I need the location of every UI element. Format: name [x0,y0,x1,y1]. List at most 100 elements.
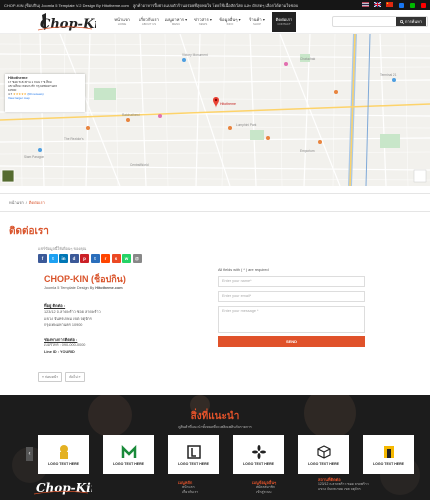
breadcrumb-home[interactable]: หน้าแรก [9,199,24,206]
recommended-carousel: LOGO TEXT HERE LOGO TEXT HERE LOGO TEXT … [38,435,414,474]
line-icon[interactable] [410,2,415,8]
address-block: 123/12 ถ.ลาดพร้าว ซอย ลาดพร้าว แขวง จันท… [44,309,101,329]
form-required-label: All fields with ( * ) are required [218,268,269,272]
recommended-title: สิ่งที่แนะนำ [190,411,240,422]
logo-card-text: LOGO TEXT HERE [373,461,404,466]
nav-news[interactable]: ข่าวสาร ▾ NEWS [191,12,215,32]
phone-block: เบอร์โทร : 090-000-0000 Line ID : YOURID [44,342,85,355]
logo-cube-icon [316,444,331,459]
company-sub-link[interactable]: Hitotheme.com [95,286,122,290]
line-id-text: Line ID : YOURID [44,349,75,354]
nav-home[interactable]: หน้าแรก HOME [110,12,134,32]
share-pinterest-icon[interactable]: p [80,254,89,263]
pagination: « ก่อนหน้า ถัดไป » [38,372,85,382]
breadcrumb-current: ติดต่อเรา [28,199,45,205]
svg-text:Lumphini Park: Lumphini Park [236,123,257,127]
nav-about-sub: ABOUT US [141,22,157,26]
nav-about[interactable]: เกี่ยวกับเรา ABOUT US [137,12,161,32]
footer-link[interactable]: เกี่ยวกับเรา [182,490,198,495]
footer-text: แขวง จันทรเกษม เขต จตุจักร [318,487,361,491]
map-card-larger-link[interactable]: View larger map [8,96,82,100]
search-input[interactable] [333,19,396,24]
address-line: 123/12 ถ.ลาดพร้าว ซอย ลาดพร้าว [44,310,101,314]
logo-card[interactable]: LOGO TEXT HERE [298,435,349,474]
logo-card-text: LOGO TEXT HERE [243,461,274,466]
google-map[interactable]: The Rezidor's Ratchathewi Lumphini Park Em… [0,34,430,186]
svg-text:Ratchathewi: Ratchathewi [122,113,140,117]
share-twitter-icon[interactable]: t [48,254,58,263]
share-stumble-icon[interactable]: s [111,254,121,263]
top-bar: CHOP-KIN (ช็อปกิน) Joomla 5 Template V.2… [0,0,430,10]
logo-card-text: LOGO TEXT HERE [48,461,79,466]
logo-flower-icon [251,444,266,459]
search-button[interactable]: การค้นหา [396,17,426,26]
map-pin-label: Hitotheme [220,102,236,106]
nav-info-sub: INFO [226,22,234,26]
share-tumblr-icon[interactable]: t [90,254,100,263]
map-zoom-control[interactable] [413,169,427,183]
address-line: กรุงเทพมหานคร 10900 [44,323,83,327]
prev-button[interactable]: « ก่อนหน้า [38,372,63,382]
send-button[interactable]: SEND [218,336,365,347]
company-subtitle: Joomla 5 Template Design By Hitotheme.co… [44,286,123,290]
share-email-icon[interactable]: @ [132,254,142,263]
logo-card-text: LOGO TEXT HERE [308,461,339,466]
site-logo[interactable]: Chop-Kin [34,12,96,32]
logo-bracket-icon [383,445,394,458]
main-nav: หน้าแรก HOME เกี่ยวกับเรา ABOUT US เมนูอาห… [110,12,299,32]
message-field[interactable]: Enter your message * [218,306,365,333]
youtube-icon[interactable] [421,2,426,8]
share-digg-icon[interactable]: d [69,254,79,263]
nav-home-sub: HOME [117,22,127,26]
svg-text:Terminal 21: Terminal 21 [380,73,397,77]
footer-col2-list: สมัครสมาชิก เข้าสู่ระบบ [256,485,275,495]
company-sub-text: Joomla 5 Template Design By [44,286,96,290]
breadcrumb: หน้าแรก / ติดต่อเรา [0,196,430,208]
carousel-prev-icon[interactable]: ‹ [26,447,33,461]
next-button[interactable]: ถัดไป » [65,372,85,382]
logo-card-text: LOGO TEXT HERE [178,461,209,466]
topbar-center-text: ลูกค้าอาหารปิ้งย่างแบบตัวร้านอร่อยที่สุด… [132,2,299,8]
nav-contact[interactable]: ติดต่อเรา CONTACT [272,12,296,32]
logo-m-icon [121,444,136,458]
search-box: การค้นหา [332,16,428,27]
share-facebook-icon[interactable]: f [38,254,47,263]
facebook-icon[interactable] [399,2,404,8]
logo-mascot-icon [59,444,68,459]
map-satellite-toggle[interactable] [1,169,15,183]
nav-shop-sub: SHOP [253,22,261,26]
topbar-left-text: CHOP-KIN (ช็อปกิน) Joomla 5 Template V.2… [4,2,129,8]
company-name: CHOP-KIN (ช็อปกิน) [44,274,126,284]
logo-card[interactable]: LOGO TEXT HERE [38,435,89,474]
phone-text: เบอร์โทร : 090-000-0000 [44,343,86,347]
footer-link[interactable]: เข้าสู่ระบบ [256,490,275,495]
nav-news-sub: NEWS [198,22,208,26]
nav-info[interactable]: ข้อมูลอื่นๆ ▾ INFO [218,12,242,32]
flag-th-icon[interactable] [361,2,369,8]
svg-text:Emporium: Emporium [300,149,315,153]
name-field[interactable]: Enter your name* [218,276,365,287]
logo-card[interactable]: LOGO TEXT HERE [168,435,219,474]
flag-cn-icon[interactable] [385,2,393,8]
logo-box-icon [186,444,201,459]
flag-en-icon[interactable] [373,2,381,8]
logo-card[interactable]: LOGO TEXT HERE [103,435,154,474]
svg-text:Chop-Kin: Chop-Kin [36,481,92,495]
search-button-label: การค้นหา [404,19,423,24]
share-linkedin-icon[interactable]: in [59,254,68,263]
svg-text:Siam Paragon: Siam Paragon [24,155,44,159]
divider [0,211,430,212]
footer-logo[interactable]: Chop-Kin [32,478,92,496]
nav-contact-sub: CONTACT [277,22,291,26]
logo-card[interactable]: LOGO TEXT HERE [363,435,414,474]
site-header: Chop-Kin หน้าแรกHOME เกี่ยวกับเราABOUT U… [0,10,430,34]
logo-card[interactable]: LOGO TEXT HERE [233,435,284,474]
share-whatsapp-icon[interactable]: w [122,254,131,263]
nav-menu[interactable]: เมนูอาหาร ▾ MENU [164,12,188,32]
email-field[interactable]: Enter your email* [218,291,365,302]
svg-text:The Rezidor's: The Rezidor's [64,137,84,141]
share-reddit-icon[interactable]: r [101,254,110,263]
nav-shop[interactable]: ร้านค้า ▾ SHOP [245,12,269,32]
address-label: ที่อยู่ ติดต่อ : [44,303,66,308]
footer-col3-list: 123/12 ถ.ลาดพร้าว ซอย ลาดพร้าว แขวง จันท… [318,482,369,492]
